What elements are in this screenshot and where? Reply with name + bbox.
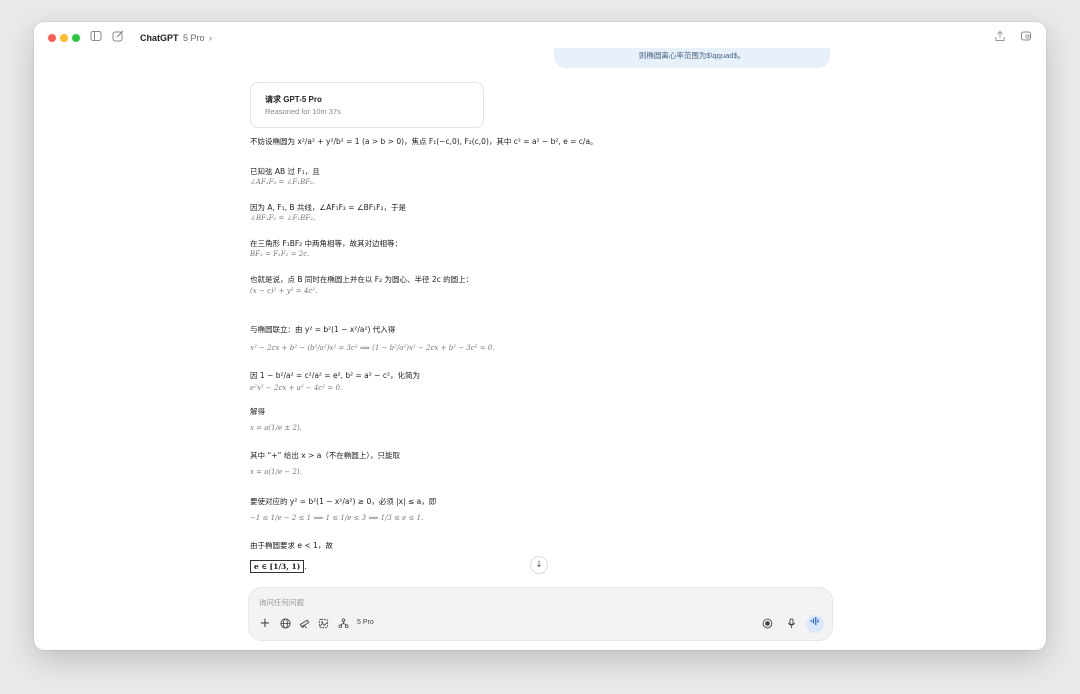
answer-line-6: 与椭圆联立：由 y² = b²(1 − x²/a²) 代入得 [250, 325, 396, 334]
reasoning-card[interactable]: 请求 GPT-5 Pro Reasoned for 10m 37s [250, 82, 484, 128]
user-message-bubble: 则椭圆离心率范围为$\qquad$。 [554, 48, 830, 68]
answer-math-6: x² − 2cx + b² − (b²/a²)x² = 3c² ⟹ (1 − b… [250, 344, 495, 352]
user-message-text: 则椭圆离心率范围为$\qquad$。 [638, 51, 746, 60]
globe-icon[interactable] [279, 618, 291, 630]
app-window: ChatGPT 5 Pro › 则椭圆离心率范围为$\qquad$。 请求 GP… [34, 22, 1046, 650]
connectors-icon[interactable] [337, 618, 349, 630]
answer-line-9: 其中 “+” 给出 x > a（不在椭圆上），只能取 [250, 451, 401, 460]
answer-result-row: e ∈ [1/3, 1). [250, 554, 307, 573]
answer-line-7: 因 1 − b²/a² = c²/a² = e², b² = a² − c²，化… [250, 371, 420, 380]
titlebar: ChatGPT 5 Pro › [34, 22, 1046, 54]
plus-icon[interactable]: + [259, 617, 271, 630]
arrow-down-icon: ↓ [535, 560, 543, 570]
new-chat-icon[interactable] [110, 30, 126, 46]
reasoning-subtitle: Reasoned for 10m 37s [265, 107, 341, 116]
composer: 询问任何问题 + 5 Pro [248, 587, 833, 641]
answer-line-3: 因为 A, F₁, B 共线，∠AF₁F₂ = ∠BF₁F₂，于是 [250, 203, 406, 212]
answer-math-4: BF₂ = F₁F₂ = 2c. [250, 250, 310, 258]
share-icon[interactable] [992, 30, 1008, 46]
zoom-window-button[interactable] [72, 34, 80, 42]
answer-line-11: 由于椭圆要求 e < 1，故 [250, 541, 333, 550]
result-tail: . [304, 562, 307, 571]
sidebar-toggle-icon[interactable] [88, 30, 104, 46]
record-icon[interactable] [761, 618, 773, 630]
voice-mode-icon[interactable] [806, 615, 824, 633]
mic-icon[interactable] [785, 618, 797, 630]
close-window-button[interactable] [48, 34, 56, 42]
chevron-right-icon: › [209, 33, 213, 43]
answer-math-9: x = a(1/e − 2). [250, 468, 302, 476]
reasoning-title: 请求 GPT-5 Pro [265, 95, 322, 104]
image-icon[interactable] [317, 618, 329, 630]
app-title: ChatGPT [140, 33, 179, 43]
answer-math-8: x = a(1/e ± 2). [250, 424, 302, 432]
answer-math-10: −1 ≤ 1/e − 2 ≤ 1 ⟺ 1 ≤ 1/e ≤ 3 ⟺ 1/3 ≤ e… [250, 514, 424, 522]
answer-line-2: 已知弦 AB 过 F₁，且 [250, 167, 320, 176]
answer-math-3: ∠BF₁F₂ = ∠F₁BF₂, [250, 214, 316, 222]
scroll-down-button[interactable]: ↓ [530, 556, 548, 574]
answer-math-5: (x − c)² + y² = 4c². [250, 287, 318, 295]
prompt-input[interactable]: 询问任何问题 [259, 597, 304, 608]
answer-math-2: ∠AF₁F₂ = ∠F₁BF₂. [250, 178, 316, 186]
answer-line-1: 不妨设椭圆为 x²/a² + y²/b² = 1 (a > b > 0)，焦点 … [250, 137, 598, 146]
answer-line-10: 要使对应的 y² = b²(1 − x²/a²) ≥ 0，必须 |x| ≤ a，… [250, 497, 437, 506]
answer-line-5: 也就是说，点 B 同时在椭圆上并在以 F₂ 为圆心、半径 2c 的圆上： [250, 275, 474, 284]
telescope-icon[interactable] [298, 618, 310, 630]
answer-line-4: 在三角形 F₁BF₂ 中两角相等，故其对边相等： [250, 239, 403, 248]
model-name: 5 Pro [183, 33, 205, 43]
window-toggle-icon[interactable] [1018, 30, 1034, 46]
model-switcher[interactable]: ChatGPT 5 Pro › [140, 33, 212, 43]
answer-line-8: 解得 [250, 407, 265, 416]
boxed-result: e ∈ [1/3, 1) [250, 560, 305, 573]
answer-math-7: e²x² − 2cx + a² − 4c² = 0. [250, 384, 343, 392]
model-pill[interactable]: 5 Pro [357, 619, 374, 626]
minimize-window-button[interactable] [60, 34, 68, 42]
